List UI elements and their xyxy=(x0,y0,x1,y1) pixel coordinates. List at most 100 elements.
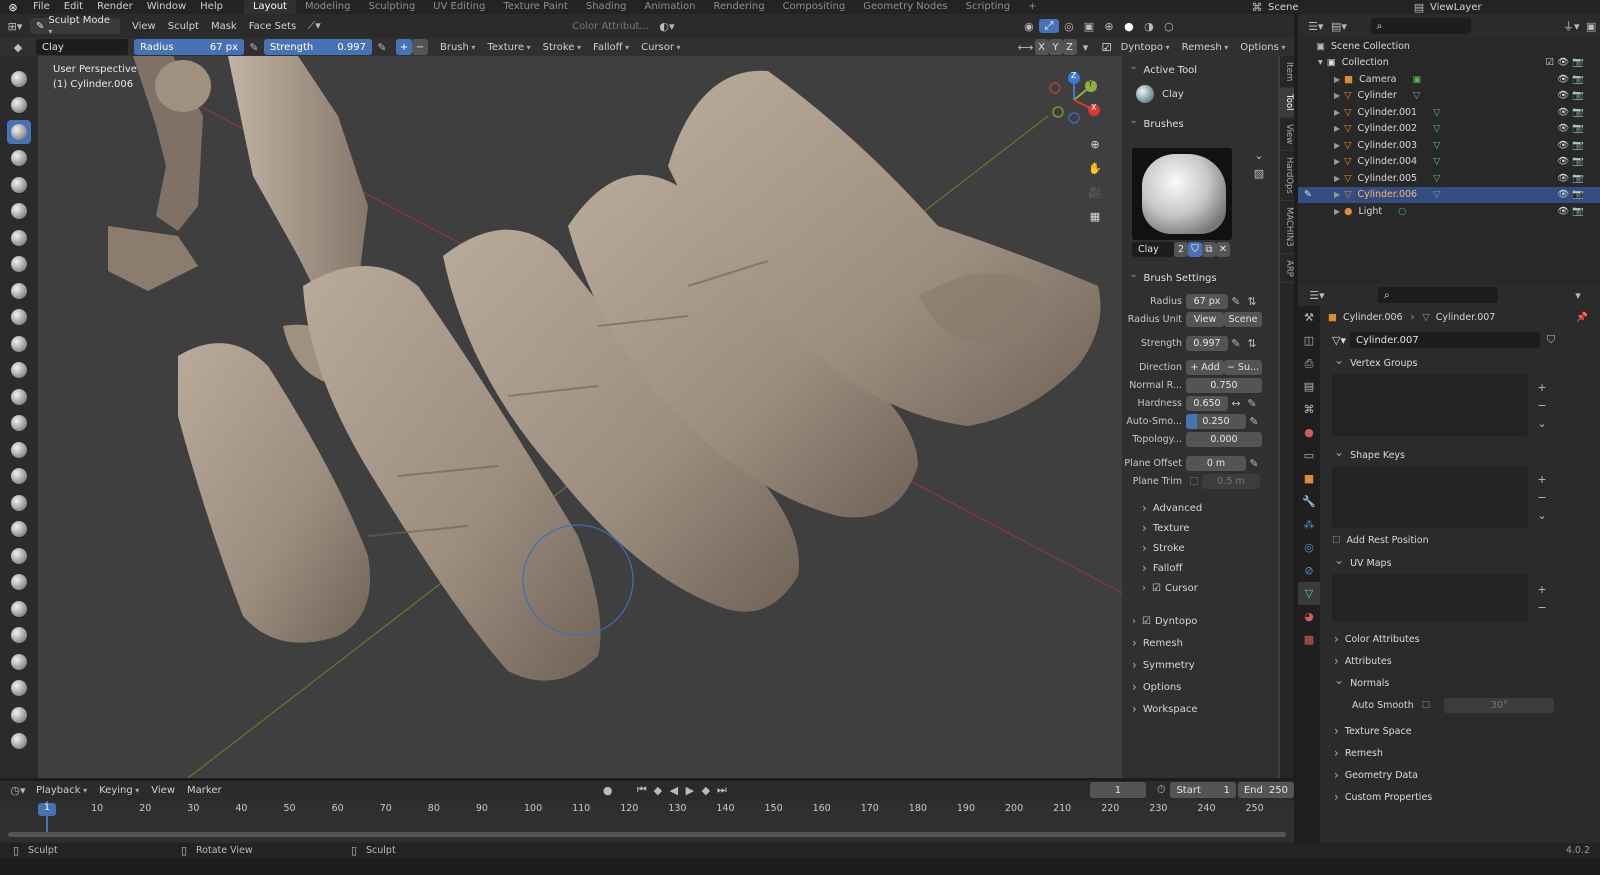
tool-draw[interactable] xyxy=(7,67,31,91)
topology-rake-field[interactable]: 0.000 xyxy=(1186,431,1262,447)
plane-trim-field[interactable]: 0.5 m xyxy=(1202,473,1260,489)
tool-snake-hook[interactable] xyxy=(7,517,31,541)
tab-sculpting[interactable]: Sculpting xyxy=(359,0,424,14)
texture-tab-icon[interactable]: ▩ xyxy=(1298,628,1320,651)
scene-tab-icon[interactable]: ⌘ xyxy=(1298,398,1320,421)
brush-name-field[interactable]: Clay xyxy=(36,39,128,55)
remove-shape-key-icon[interactable]: − xyxy=(1534,488,1550,506)
render-tab-icon[interactable]: ◫ xyxy=(1298,329,1320,352)
radius-field[interactable]: 67 px xyxy=(1186,293,1228,309)
color-attributes-header[interactable]: Color Attributes xyxy=(1324,628,1596,650)
tool-scrape[interactable] xyxy=(7,385,31,409)
visibility-icons[interactable]: 👁 📷 xyxy=(1557,206,1584,217)
material-tab-icon[interactable]: ◕ xyxy=(1298,605,1320,628)
current-frame-field[interactable]: 1 xyxy=(1089,782,1147,798)
outliner-editor-type-icon[interactable]: ☰▾ xyxy=(1304,20,1327,33)
wireframe-shading-icon[interactable]: ⊕ xyxy=(1099,20,1119,33)
menu-view[interactable]: View xyxy=(126,21,162,32)
strength-pressure-icon[interactable]: ✎ xyxy=(374,41,390,54)
subpanel-advanced[interactable]: Advanced xyxy=(1132,498,1278,518)
brush-dropdown[interactable]: Brush xyxy=(434,42,481,53)
vertex-group-menu-icon[interactable]: ⌄ xyxy=(1534,414,1550,432)
mode-dropdown[interactable]: ✎ Sculpt Mode xyxy=(30,15,120,34)
add-uv-map-icon[interactable]: + xyxy=(1534,580,1550,598)
tab-scripting[interactable]: Scripting xyxy=(957,0,1019,14)
output-tab-icon[interactable]: ⎙ xyxy=(1298,352,1320,375)
shape-keys-list[interactable] xyxy=(1332,466,1528,528)
dyntopo-dropdown[interactable]: Dyntopo xyxy=(1115,42,1176,53)
tool-clay[interactable] xyxy=(7,119,31,144)
mirror-y-toggle[interactable]: Y xyxy=(1048,39,1063,55)
outliner-item-cylinder-002[interactable]: ▶ ▽ Cylinder.002 ▽ 👁 📷 xyxy=(1298,121,1600,138)
marker-menu[interactable]: Marker xyxy=(181,785,228,796)
shape-keys-header[interactable]: Shape Keys xyxy=(1324,444,1596,466)
strength-field[interactable]: 0.997 xyxy=(1186,335,1228,351)
solid-shading-icon[interactable]: ● xyxy=(1119,20,1139,33)
jump-end-icon[interactable]: ⏭ xyxy=(714,783,730,797)
tool-tab-icon[interactable]: ⚒ xyxy=(1298,306,1320,329)
menu-file[interactable]: File xyxy=(26,0,57,14)
subpanel-stroke[interactable]: Stroke xyxy=(1132,538,1278,558)
radius-pressure-icon[interactable]: ✎ xyxy=(246,41,262,54)
tab-layout[interactable]: Layout xyxy=(243,0,296,14)
modifier-tab-icon[interactable]: 🔧 xyxy=(1298,490,1320,513)
radius-pressure-toggle-icon[interactable]: ✎ xyxy=(1228,295,1244,308)
tool-grab[interactable] xyxy=(7,464,31,488)
uv-maps-header[interactable]: UV Maps xyxy=(1324,552,1596,574)
tab-texture-paint[interactable]: Texture Paint xyxy=(494,0,577,14)
active-tool-header[interactable]: Active Tool xyxy=(1122,60,1278,80)
material-shading-icon[interactable]: ◑ xyxy=(1139,20,1159,33)
plane-offset-pressure-icon[interactable]: ✎ xyxy=(1246,457,1262,470)
scene-name[interactable]: Scene xyxy=(1268,2,1358,13)
hardness-invert-icon[interactable]: ↔ xyxy=(1228,397,1244,410)
jump-keyframe-forward-icon[interactable]: ◆ xyxy=(698,784,714,797)
preview-range-icon[interactable]: ⏱ xyxy=(1152,783,1170,797)
view-layer-selector[interactable]: ▤ ViewLayer xyxy=(1408,0,1540,14)
radius-unit-scene-button[interactable]: Scene xyxy=(1224,311,1262,327)
3d-viewport[interactable]: User Perspective (1) Cylinder.006 Z Y X … xyxy=(38,56,1280,778)
menu-help[interactable]: Help xyxy=(193,0,230,14)
timeline-scrollbar[interactable] xyxy=(8,832,1286,837)
filter-icon[interactable]: ⏚▾ xyxy=(1561,18,1583,34)
properties-options-icon[interactable]: ▾ xyxy=(1568,289,1588,302)
outliner-collection[interactable]: ▾ ▣ Collection ☑ 👁 📷 xyxy=(1298,55,1600,72)
outliner-display-mode-icon[interactable]: ▤▾ xyxy=(1327,20,1350,33)
outliner-item-cylinder-004[interactable]: ▶ ▽ Cylinder.004 ▽ 👁 📷 xyxy=(1298,154,1600,171)
tool-layer[interactable] xyxy=(7,199,31,223)
tab-view[interactable]: View xyxy=(1280,118,1294,152)
ortho-toggle-icon[interactable]: ▦ xyxy=(1085,204,1105,228)
hardness-pressure-icon[interactable]: ✎ xyxy=(1244,397,1260,410)
brush-settings-header[interactable]: Brush Settings xyxy=(1122,268,1278,288)
color-attribute-icon[interactable]: ◐▾ xyxy=(655,20,679,33)
menu-edit[interactable]: Edit xyxy=(57,0,90,14)
tool-slide-relax[interactable] xyxy=(7,650,31,674)
play-reverse-icon[interactable]: ◀ xyxy=(666,784,682,797)
properties-editor-type-icon[interactable]: ☰▾ xyxy=(1304,289,1330,302)
outliner-item-cylinder-005[interactable]: ▶ ▽ Cylinder.005 ▽ 👁 📷 xyxy=(1298,170,1600,187)
pan-hand-icon[interactable]: ✋ xyxy=(1085,156,1105,180)
stroke-dropdown[interactable]: Stroke xyxy=(537,42,587,53)
fake-user-shield-icon[interactable]: ⛉ xyxy=(1188,242,1202,257)
options-dropdown[interactable]: Options xyxy=(1234,42,1291,53)
geometry-data-header[interactable]: Geometry Data xyxy=(1324,764,1596,786)
visibility-icons[interactable]: 👁 📷 xyxy=(1557,156,1584,167)
timeline-view-menu[interactable]: View xyxy=(145,785,181,796)
color-attribute-selector[interactable]: Color Attribut... xyxy=(566,21,655,32)
visibility-icons[interactable]: 👁 📷 xyxy=(1557,107,1584,118)
tool-rotate[interactable] xyxy=(7,623,31,647)
panel-workspace[interactable]: Workspace xyxy=(1122,698,1278,720)
plane-offset-field[interactable]: 0 m xyxy=(1186,455,1246,471)
mesh-data-tab-icon[interactable]: ▽ xyxy=(1298,582,1320,605)
blender-logo-icon[interactable]: ⊛ xyxy=(0,1,26,14)
tab-hardops[interactable]: HardOps xyxy=(1280,151,1294,201)
outliner-item-cylinder-006[interactable]: ✎ ▶ ▽ Cylinder.006 ▽ 👁 📷 xyxy=(1298,186,1600,203)
physics-tab-icon[interactable]: ◎ xyxy=(1298,536,1320,559)
uv-maps-list[interactable] xyxy=(1332,574,1528,622)
jump-start-icon[interactable]: ⏮ xyxy=(634,783,650,797)
gizmo-toggle-icon[interactable]: ⤢ xyxy=(1038,19,1059,33)
menu-mask[interactable]: Mask xyxy=(205,21,243,32)
zoom-icon[interactable]: ⊕ xyxy=(1085,132,1105,156)
attributes-header[interactable]: Attributes xyxy=(1324,650,1596,672)
visibility-icons[interactable]: 👁 📷 xyxy=(1557,189,1584,200)
collection-visibility-icons[interactable]: ☑ 👁 📷 xyxy=(1546,57,1584,68)
